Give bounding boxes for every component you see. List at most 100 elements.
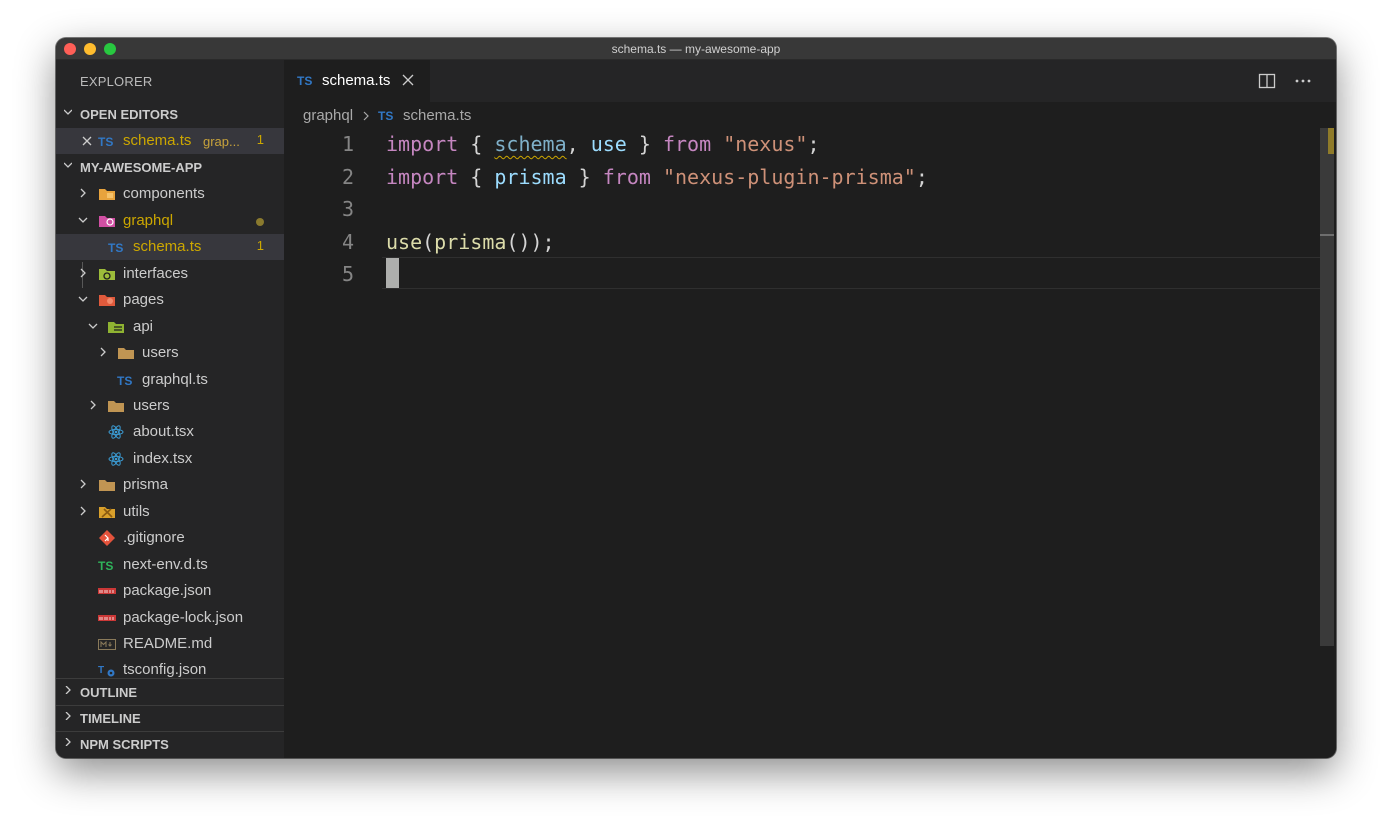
punctuation-token: (: [422, 230, 435, 254]
markdown-icon: [98, 639, 116, 650]
current-line-highlight: [382, 257, 1332, 289]
close-tab-icon[interactable]: [402, 74, 414, 86]
breadcrumb-folder[interactable]: graphql: [303, 107, 353, 124]
open-editor-name: schema.ts: [123, 132, 192, 149]
typescript-file-icon: TS: [108, 241, 124, 255]
typescript-file-icon: TS: [378, 109, 394, 123]
folder-components-icon: [99, 189, 115, 200]
punctuation-token: ;: [807, 132, 820, 156]
tree-item-about-tsx[interactable]: about.tsx: [56, 419, 284, 445]
react-icon: [108, 425, 124, 439]
punctuation-token: ());: [506, 230, 555, 254]
tree-item-utils[interactable]: utils: [56, 499, 284, 525]
folder-utils-icon: [99, 507, 115, 518]
tree-label: api: [133, 318, 154, 335]
close-icon[interactable]: [82, 136, 92, 146]
split-editor-icon[interactable]: [1258, 72, 1276, 90]
function-token: use: [386, 230, 423, 254]
breadcrumb-file[interactable]: schema.ts: [403, 107, 471, 124]
typescript-file-icon: TS: [297, 74, 313, 88]
typescript-file-icon: TS: [117, 374, 133, 388]
typescript-file-icon: TS: [98, 135, 114, 149]
tree-item-package-json[interactable]: package.json: [56, 578, 284, 604]
code-line-1: import { schema, use } from "nexus";: [386, 132, 820, 156]
section-outline[interactable]: OUTLINE: [56, 680, 284, 706]
chevron-right-icon: [65, 686, 71, 694]
problem-count-badge: 1: [256, 132, 264, 147]
tree-item-api[interactable]: api: [56, 314, 284, 340]
chevron-down-icon: [64, 109, 72, 115]
tree-item-graphql[interactable]: graphql: [56, 208, 284, 234]
npm-icon: [98, 615, 116, 621]
section-label: OUTLINE: [80, 685, 138, 700]
vertical-scrollbar[interactable]: [1320, 128, 1334, 646]
tab-bar: TS schema.ts: [284, 60, 1336, 102]
section-project[interactable]: MY-AWESOME-APP: [56, 155, 284, 181]
chevron-down-icon: [64, 162, 72, 168]
folder-api-icon: [108, 322, 124, 333]
scrollbar-cursor-marker: [1320, 234, 1334, 236]
explorer-sidebar: EXPLORER OPEN EDITORS TS schema.ts grap.…: [56, 60, 284, 758]
tree-item-schema-ts[interactable]: TS schema.ts 1: [56, 234, 284, 260]
keyword-token: import: [386, 132, 459, 156]
section-label: MY-AWESOME-APP: [80, 160, 203, 175]
tree-item-next-env[interactable]: TS next-env.d.ts: [56, 552, 284, 578]
tree-item-pages[interactable]: pages: [56, 287, 284, 313]
tree-item-index-tsx[interactable]: index.tsx: [56, 446, 284, 472]
punctuation-token: ;: [915, 165, 928, 189]
code-line-4: use(prisma());: [386, 230, 555, 254]
line-number: 4: [341, 230, 354, 254]
problem-count-badge: 1: [256, 238, 264, 253]
tree-label: index.tsx: [133, 450, 193, 467]
identifier-token: use: [590, 132, 627, 156]
more-actions-icon[interactable]: [1294, 72, 1312, 90]
tree-clip: T tsconfig.json: [56, 657, 284, 678]
tree-item-graphql-ts[interactable]: TS graphql.ts: [56, 367, 284, 393]
tree-item-pages-users[interactable]: users: [56, 393, 284, 419]
typescript-definition-icon: TS: [98, 559, 114, 573]
line-number: 3: [341, 197, 354, 221]
open-editor-item[interactable]: TS schema.ts grap... 1: [56, 128, 284, 154]
tree-label: users: [142, 344, 179, 361]
tree-label: tsconfig.json: [123, 661, 207, 678]
section-open-editors[interactable]: OPEN EDITORS: [56, 102, 284, 128]
tree-label: graphql.ts: [142, 371, 208, 388]
chevron-right-icon: [90, 400, 96, 410]
folder-graphql-icon: [99, 216, 115, 227]
tree-item-components[interactable]: components: [56, 181, 284, 207]
tree-item-api-users[interactable]: users: [56, 340, 284, 366]
punctuation-token: ,: [566, 132, 591, 156]
chevron-right-icon: [80, 506, 86, 516]
modified-dot-icon: [256, 218, 264, 226]
folder-interfaces-icon: [99, 269, 115, 280]
folder-icon: [108, 401, 124, 412]
tree-item-interfaces[interactable]: interfaces: [56, 261, 284, 287]
tree-label: about.tsx: [133, 423, 194, 440]
tsconfig-icon: T: [98, 665, 115, 677]
chevron-right-icon: [80, 479, 86, 489]
chevron-right-icon: [80, 268, 86, 278]
tree-item-gitignore[interactable]: .gitignore: [56, 525, 284, 551]
tree-label: components: [123, 185, 205, 202]
explorer-header: EXPLORER: [80, 74, 153, 89]
function-token: prisma: [434, 230, 507, 254]
string-token: "nexus-plugin-prisma": [662, 165, 916, 189]
code-editor[interactable]: 1 2 3 4 5 import { schema, use } from "n…: [284, 128, 1336, 758]
identifier-token-warning: schema: [494, 132, 567, 156]
section-timeline[interactable]: TIMELINE: [56, 706, 284, 732]
vscode-window: schema.ts — my-awesome-app EXPLORER OPEN…: [56, 38, 1336, 758]
line-number: 2: [341, 165, 354, 189]
chevron-down-icon: [78, 217, 88, 223]
tree-item-prisma[interactable]: prisma: [56, 472, 284, 498]
tree-item-tsconfig[interactable]: T tsconfig.json: [56, 657, 284, 678]
punctuation-token: }: [566, 165, 603, 189]
section-npm-scripts[interactable]: NPM SCRIPTS: [56, 732, 284, 758]
tree-item-readme[interactable]: README.md: [56, 631, 284, 657]
chevron-down-icon: [78, 296, 88, 302]
tree-label: package.json: [123, 582, 212, 599]
tab-schema-ts[interactable]: TS schema.ts: [284, 60, 430, 102]
chevron-right-icon: [100, 347, 106, 357]
tree-label: next-env.d.ts: [123, 556, 208, 573]
tree-item-package-lock[interactable]: package-lock.json: [56, 605, 284, 631]
